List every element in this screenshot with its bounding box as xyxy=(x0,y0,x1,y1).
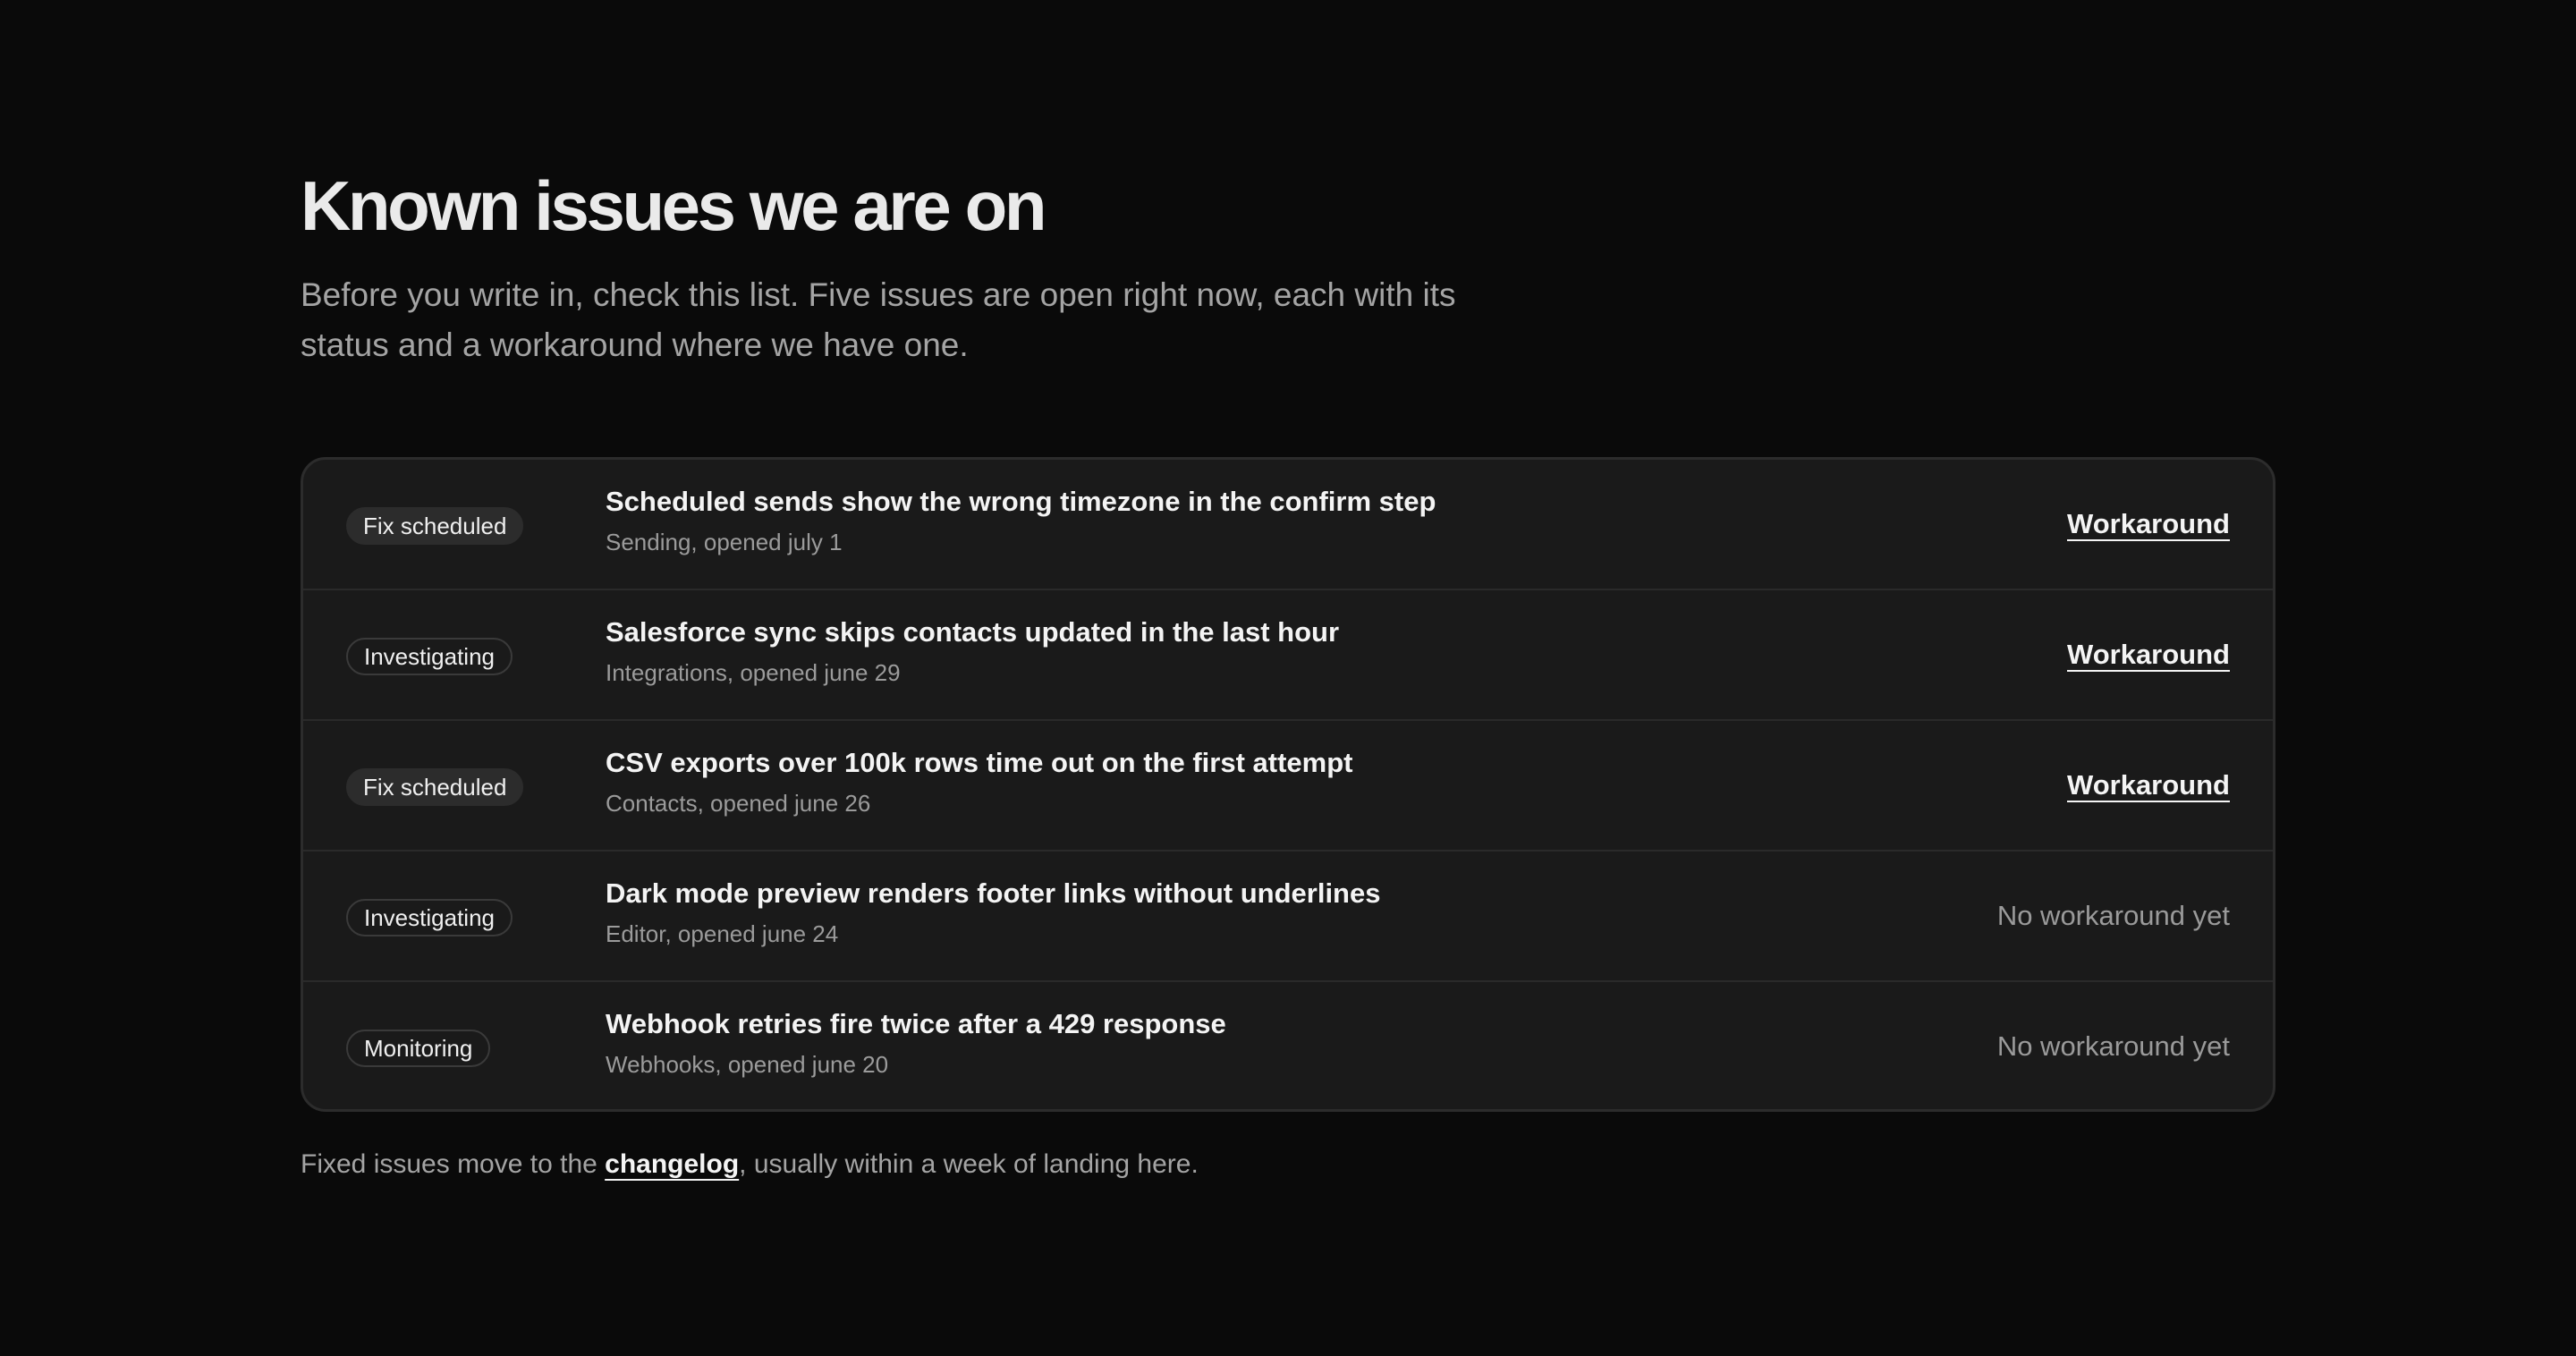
issue-row: Investigating Salesforce sync skips cont… xyxy=(303,590,2273,721)
status-badge: Fix scheduled xyxy=(346,768,524,806)
changelog-link[interactable]: changelog xyxy=(605,1149,739,1179)
no-workaround-label: No workaround yet xyxy=(1996,1030,2230,1062)
page-title: Known issues we are on xyxy=(301,166,1047,245)
issue-title: Dark mode preview renders footer links w… xyxy=(606,877,1381,909)
issue-title: CSV exports over 100k rows time out on t… xyxy=(606,747,1353,778)
issue-meta: Sending, opened july 1 xyxy=(606,529,843,555)
issue-meta: Webhooks, opened june 20 xyxy=(606,1051,889,1078)
status-badge: Investigating xyxy=(346,638,513,675)
issue-meta: Editor, opened june 24 xyxy=(606,920,839,947)
issue-title: Salesforce sync skips contacts updated i… xyxy=(606,616,1340,648)
issue-row: Investigating Dark mode preview renders … xyxy=(303,852,2273,982)
footer-note-prefix: Fixed issues move to the xyxy=(301,1149,606,1179)
status-badge: Monitoring xyxy=(346,1030,491,1067)
status-badge: Fix scheduled xyxy=(346,507,524,545)
workaround-link[interactable]: Workaround xyxy=(2067,504,2230,544)
workaround-link[interactable]: Workaround xyxy=(2067,635,2230,674)
issue-title: Scheduled sends show the wrong timezone … xyxy=(606,486,1436,517)
footer-note-suffix: , usually within a week of landing here. xyxy=(739,1149,1199,1179)
no-workaround-label: No workaround yet xyxy=(1996,900,2230,931)
issue-row: Monitoring Webhook retries fire twice af… xyxy=(303,982,2273,1109)
issue-row: Fix scheduled Scheduled sends show the w… xyxy=(303,460,2273,590)
issues-list: Fix scheduled Scheduled sends show the w… xyxy=(301,457,2275,1112)
page-subtitle: Before you write in, check this list. Fi… xyxy=(301,276,1456,363)
issue-row: Fix scheduled CSV exports over 100k rows… xyxy=(303,721,2273,852)
footer-note: Fixed issues move to the changelog, usua… xyxy=(301,1145,1199,1184)
issue-title: Webhook retries fire twice after a 429 r… xyxy=(606,1008,1226,1039)
workaround-link[interactable]: Workaround xyxy=(2067,766,2230,805)
status-badge: Investigating xyxy=(346,899,513,936)
issue-meta: Integrations, opened june 29 xyxy=(606,659,901,686)
issue-meta: Contacts, opened june 26 xyxy=(606,790,871,817)
